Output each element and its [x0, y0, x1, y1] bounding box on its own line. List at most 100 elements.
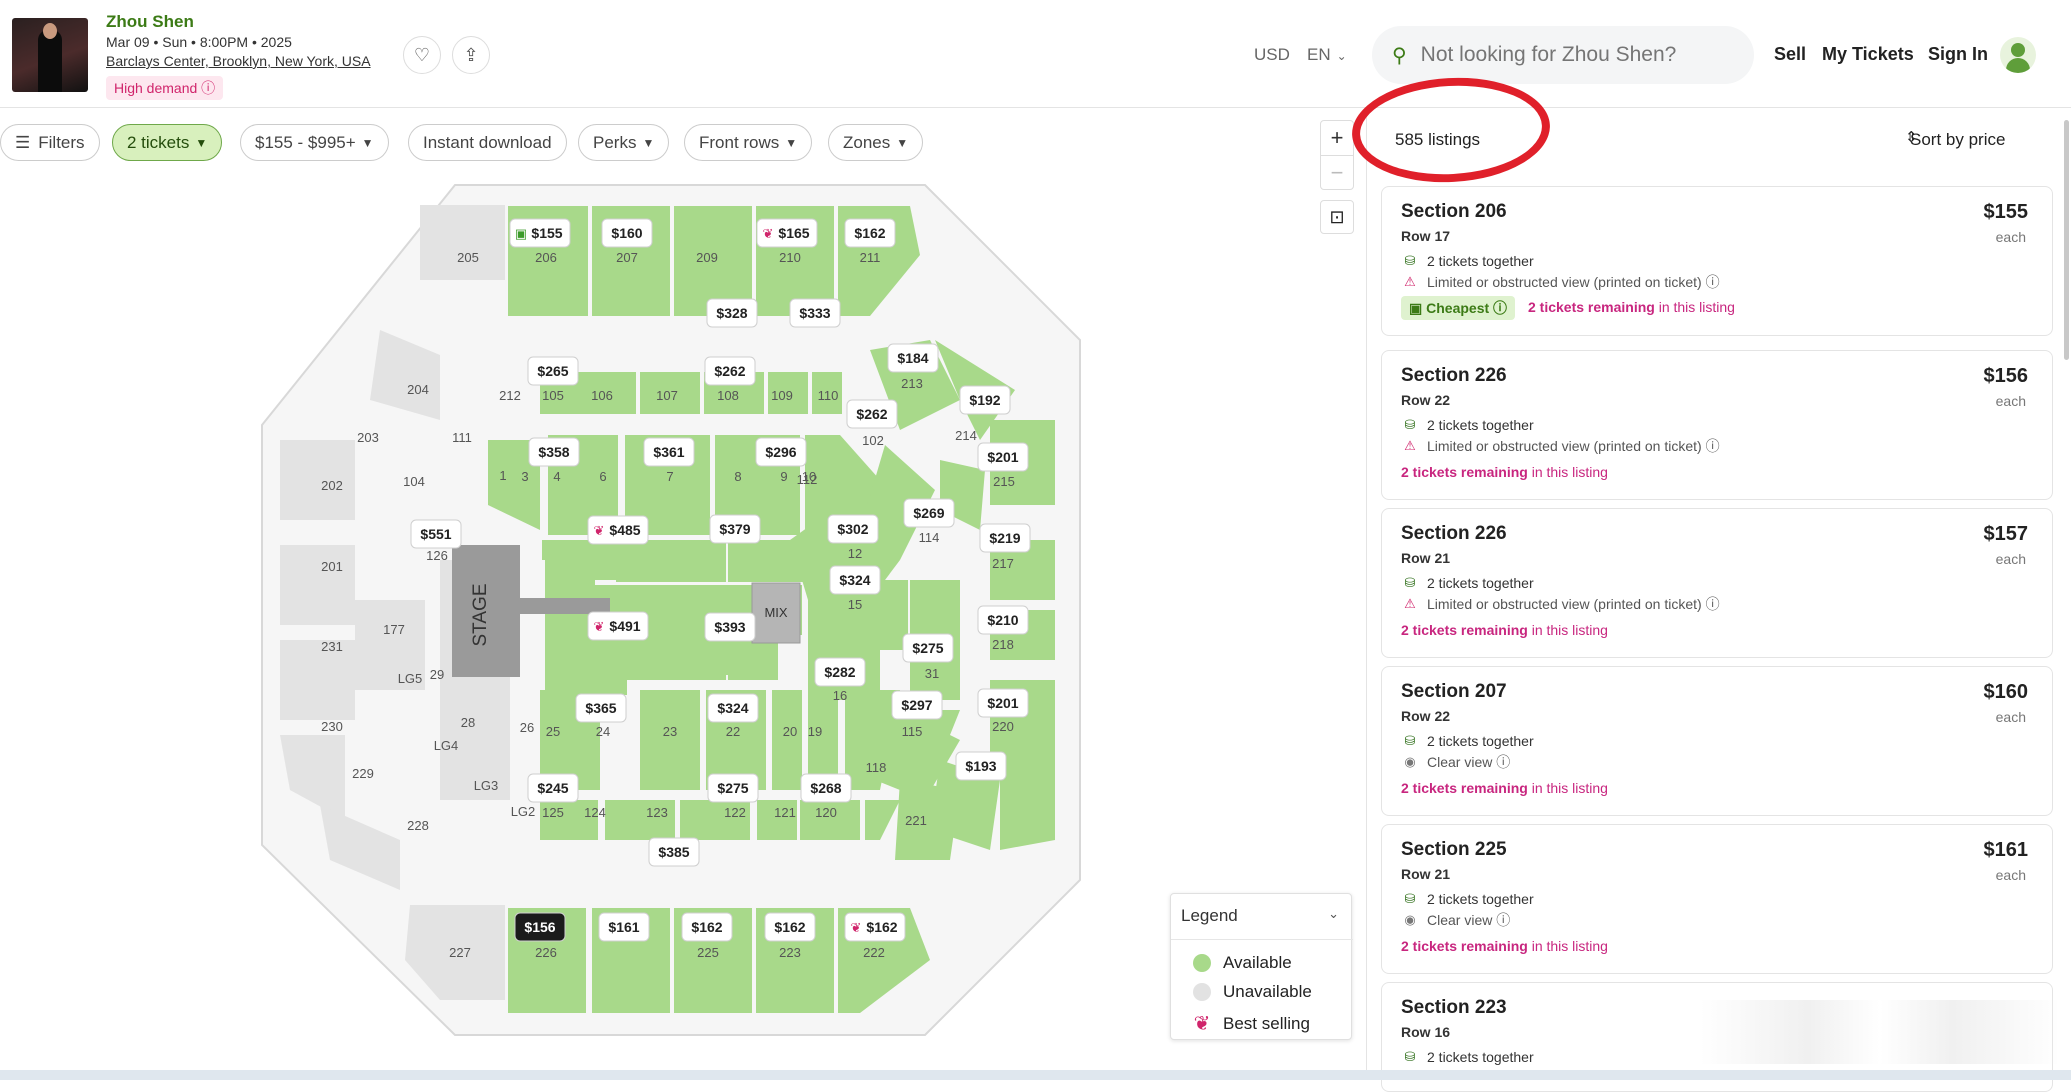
price-pin[interactable]: $262 [704, 356, 756, 386]
section-label: 19 [808, 724, 822, 739]
map-legend[interactable]: Legend ⌄ Available Unavailable ❦ Best sel… [1170, 893, 1353, 1040]
price-pin[interactable]: $193 [955, 751, 1007, 781]
price-pin[interactable]: $365 [575, 693, 627, 723]
section-label: 213 [901, 376, 923, 391]
perks-chip[interactable]: Perks ▼ [578, 124, 670, 161]
price-pin[interactable]: $184 [887, 343, 939, 373]
price-pin-label: $165 [778, 225, 809, 241]
section-label: 222 [863, 945, 885, 960]
price-pin[interactable]: $275 [902, 633, 954, 663]
flame-icon: ❦ [1193, 1013, 1211, 1035]
section-label: 7 [666, 469, 673, 484]
section-label: LG2 [511, 804, 536, 819]
price-pin[interactable]: $162 [764, 912, 816, 942]
price-pin[interactable]: $393 [704, 612, 756, 642]
price-pin[interactable]: $379 [709, 514, 761, 544]
listing-section: Section 226 [1401, 523, 1507, 544]
price-pin[interactable]: $282 [814, 657, 866, 687]
price-pin[interactable]: $192 [959, 385, 1011, 415]
section-label: 111 [452, 430, 472, 445]
price-pin[interactable]: $358 [528, 437, 580, 467]
section-label: 6 [599, 469, 606, 484]
price-pin[interactable]: ❦ $491 [587, 611, 649, 641]
search-input[interactable] [1420, 43, 1721, 67]
share-button[interactable]: ⇪ [452, 36, 490, 74]
price-pin[interactable]: $161 [598, 912, 650, 942]
language-selector[interactable]: EN ⌄ [1307, 45, 1347, 65]
listing-card[interactable]: Section 207 Row 22 $160 each ⛁ 2 tickets toge… [1381, 666, 2053, 816]
price-pin[interactable]: $296 [755, 437, 807, 467]
artist-name[interactable]: Zhou Shen [106, 12, 194, 32]
price-pin[interactable]: $210 [977, 605, 1029, 635]
price-pin[interactable]: ❦ $485 [587, 515, 649, 545]
price-pin[interactable]: $265 [527, 356, 579, 386]
seating-map[interactable]: STAGE MIX 205 206 207 209 210 211204203202201… [0, 170, 1320, 1080]
zoom-out-button[interactable]: − [1321, 155, 1353, 189]
price-pin[interactable]: $324 [829, 565, 881, 595]
event-thumbnail[interactable] [12, 18, 88, 92]
price-pin[interactable]: $333 [789, 298, 841, 328]
favorite-button[interactable]: ♡ [403, 36, 441, 74]
price-pin[interactable]: $268 [800, 773, 852, 803]
listing-card[interactable]: Section 225 Row 21 $161 each ⛁ 2 tickets toge… [1381, 824, 2053, 974]
listing-section: Section 225 [1401, 839, 1507, 860]
price-pin[interactable]: $328 [706, 298, 758, 328]
sort-by-price[interactable]: Sort by price [1910, 130, 2005, 150]
price-pin[interactable]: $201 [977, 442, 1029, 472]
tickets-remaining: 2 tickets remaining in this listing [1528, 299, 1735, 315]
price-pin[interactable]: $302 [827, 514, 879, 544]
price-range-chip[interactable]: $155 - $995+ ▼ [240, 124, 389, 161]
zones-chip[interactable]: Zones ▼ [828, 124, 924, 161]
listing-price: $157 [1983, 523, 2029, 545]
section-label: 126 [426, 548, 448, 563]
instant-download-chip[interactable]: Instant download [408, 124, 567, 161]
section-label: LG4 [434, 738, 459, 753]
price-pin[interactable]: ▣ $155 [509, 218, 571, 248]
listing-card[interactable]: Section 226 Row 22 $156 each ⛁ 2 tickets toge… [1381, 350, 2053, 500]
venue-link[interactable]: Barclays Center, Brooklyn, New York, USA [106, 53, 371, 69]
price-pin[interactable]: $324 [707, 693, 759, 723]
listing-card[interactable]: Section 226 Row 21 $157 each ⛁ 2 tickets toge… [1381, 508, 2053, 658]
price-pin[interactable]: $269 [903, 498, 955, 528]
price-pin[interactable]: $551 [410, 519, 462, 549]
price-pin[interactable]: $361 [643, 437, 695, 467]
my-tickets-link[interactable]: My Tickets [1822, 44, 1914, 65]
price-pin[interactable]: $275 [707, 773, 759, 803]
price-pin[interactable]: $201 [977, 688, 1029, 718]
section-label: 228 [407, 818, 429, 833]
price-pin[interactable]: $385 [648, 837, 700, 867]
price-pin[interactable]: $162 [681, 912, 733, 942]
price-pin-label: $155 [531, 225, 562, 241]
price-pin[interactable]: $156 [514, 912, 566, 942]
remaining-suffix: in this listing [1654, 299, 1735, 315]
price-pin[interactable]: ❦ $162 [844, 912, 906, 942]
price-pin-label: $302 [837, 521, 868, 537]
sell-link[interactable]: Sell [1774, 44, 1806, 65]
perks-label: Perks [593, 132, 637, 152]
currency-selector[interactable]: USD [1254, 45, 1290, 65]
scrollbar[interactable] [2064, 120, 2069, 360]
tickets-quantity-chip[interactable]: 2 tickets ▼ [112, 124, 223, 161]
zoom-in-button[interactable]: + [1321, 121, 1353, 155]
price-pin[interactable]: $160 [601, 218, 653, 248]
filters-button[interactable]: ☰ Filters [0, 124, 100, 161]
user-avatar-icon[interactable] [2000, 37, 2036, 73]
price-pin[interactable]: $219 [979, 523, 1031, 553]
fit-map-button[interactable]: ⊡ [1320, 200, 1354, 234]
tickets-together-label: 2 tickets together [1427, 1049, 1534, 1065]
price-pin[interactable]: $162 [844, 218, 896, 248]
price-pin[interactable]: $297 [891, 690, 943, 720]
price-pin[interactable]: $262 [846, 399, 898, 429]
filters-label: Filters [38, 132, 85, 152]
price-pin-label: $297 [901, 697, 932, 713]
price-pin-label: $275 [717, 780, 748, 796]
chevron-down-icon[interactable]: ⌄ [1328, 906, 1339, 922]
price-pin[interactable]: $245 [527, 773, 579, 803]
price-pin[interactable]: ❦ $165 [756, 218, 818, 248]
search-box[interactable]: ⚲ [1372, 26, 1754, 84]
front-rows-chip[interactable]: Front rows ▼ [684, 124, 813, 161]
sign-in-link[interactable]: Sign In [1928, 44, 1988, 65]
listing-card[interactable]: Section 206 Row 17 $155 each ⛁ 2 tickets toge… [1381, 186, 2053, 336]
price-pin-label: $201 [987, 695, 1018, 711]
section-label: 31 [925, 666, 939, 681]
